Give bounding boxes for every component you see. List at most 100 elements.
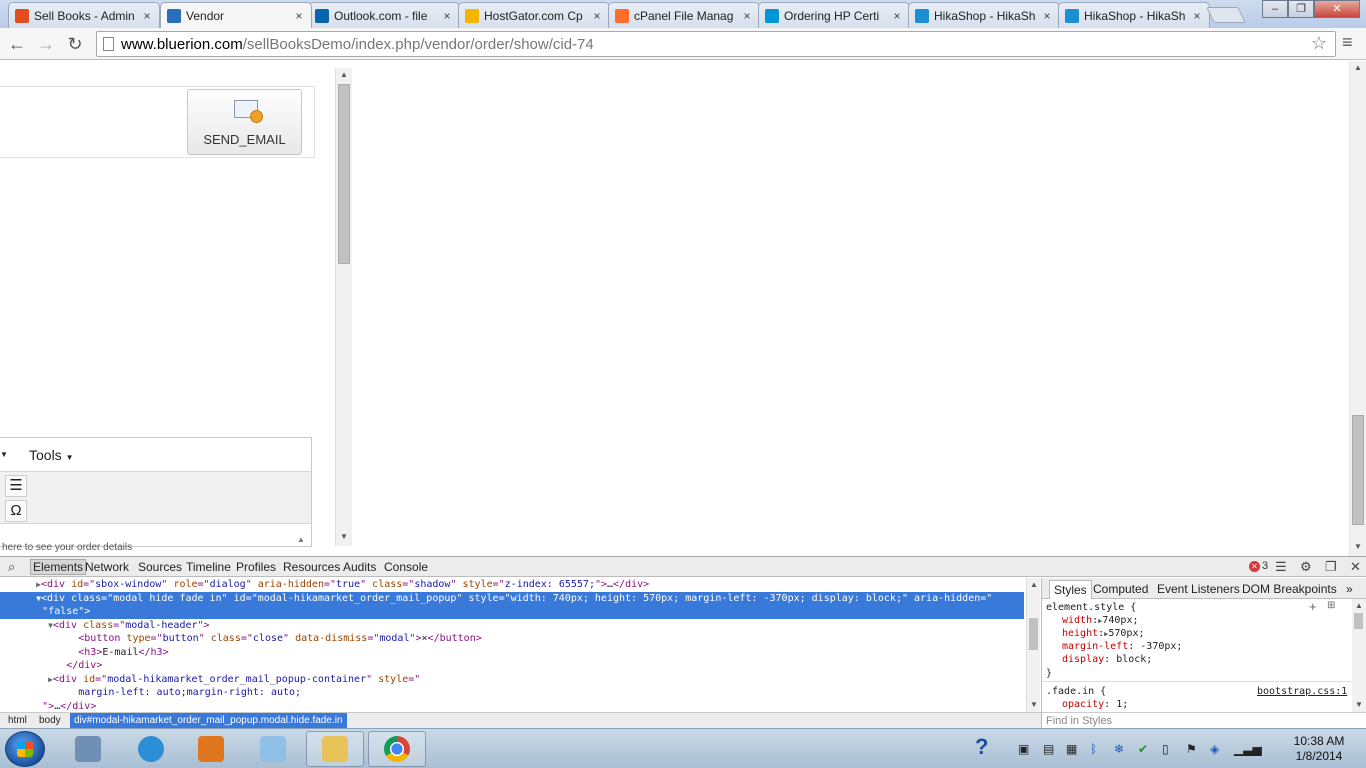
battery-meter-icon[interactable]: ▤ <box>1043 742 1054 756</box>
scroll-down-icon[interactable]: ▼ <box>1030 700 1038 709</box>
style-declaration-display[interactable]: display: block; <box>1062 653 1152 666</box>
styles-scroll-thumb[interactable] <box>1354 613 1363 629</box>
console-drawer-icon[interactable]: ☰ <box>1275 559 1287 575</box>
devtools-tab-elements[interactable]: Elements <box>30 559 87 575</box>
inspect-search-icon[interactable]: ⌕ <box>8 559 15 575</box>
tab-styles[interactable]: Styles <box>1049 580 1092 599</box>
more-tabs-chevron[interactable]: » <box>1346 582 1353 596</box>
breadcrumb-html[interactable]: html <box>8 715 27 726</box>
tab-event-listeners[interactable]: Event Listeners <box>1157 582 1240 596</box>
tab-close-icon[interactable]: × <box>293 9 305 23</box>
rule-source-link[interactable]: bootstrap.css:1 <box>1257 685 1347 698</box>
taskbar-app-6[interactable] <box>368 731 426 767</box>
tab-close-icon[interactable]: × <box>591 9 603 23</box>
maximize-button[interactable]: ❐ <box>1288 0 1314 18</box>
tab-computed[interactable]: Computed <box>1093 582 1148 596</box>
tab-close-icon[interactable]: × <box>141 9 153 23</box>
devtools-tab-resources[interactable]: Resources <box>283 560 340 574</box>
sync-icon[interactable]: ✔ <box>1138 742 1148 756</box>
tab-close-icon[interactable]: × <box>1041 9 1053 23</box>
scroll-up-icon[interactable]: ▲ <box>1354 63 1362 72</box>
breadcrumb-body[interactable]: body <box>39 715 61 726</box>
network-card-icon[interactable]: ▦ <box>1066 742 1077 756</box>
system-clock[interactable]: 10:38 AM 1/8/2014 <box>1284 734 1354 764</box>
usb-icon[interactable]: ▯ <box>1162 742 1169 756</box>
add-rule-icon[interactable]: + <box>1309 599 1317 614</box>
action-center-flag-icon[interactable]: ⚑ <box>1186 742 1197 756</box>
taskbar-app-3[interactable] <box>182 731 240 767</box>
browser-tab-8[interactable]: HikaShop - HikaSh × <box>1058 2 1210 28</box>
browser-tab-1[interactable]: Sell Books - Admin × <box>8 2 160 28</box>
find-in-styles-input[interactable]: Find in Styles <box>1042 712 1366 729</box>
expanded-triangle-icon[interactable]: ▼ <box>48 621 53 630</box>
devtools-tab-network[interactable]: Network <box>85 560 129 574</box>
dock-window-icon[interactable]: ❐ <box>1325 559 1337 575</box>
browser-tab-6[interactable]: Ordering HP Certi × <box>758 2 910 28</box>
elements-scroll-thumb[interactable] <box>1029 618 1038 650</box>
monitor-icon[interactable]: ▣ <box>1018 742 1029 756</box>
devtools-tab-timeline[interactable]: Timeline <box>186 560 231 574</box>
bookmark-star-icon[interactable]: ☆ <box>1311 33 1327 54</box>
expanded-triangle-icon[interactable]: ▼ <box>36 594 41 603</box>
browser-tab-7[interactable]: HikaShop - HikaSh × <box>908 2 1060 28</box>
taskbar-app-4[interactable] <box>244 731 302 767</box>
frame-scrollbar[interactable]: ▲ ▼ <box>335 68 352 546</box>
browser-tab-2[interactable]: Vendor × <box>160 2 312 28</box>
snowflake-icon[interactable]: ❄ <box>1114 742 1124 756</box>
send-email-button[interactable]: SEND_EMAIL <box>187 89 302 155</box>
start-button[interactable] <box>5 731 45 767</box>
scroll-down-icon[interactable]: ▼ <box>340 532 348 541</box>
tab-close-icon[interactable]: × <box>1191 9 1203 23</box>
close-window-button[interactable]: ✕ <box>1314 0 1360 18</box>
browser-tab-3[interactable]: Outlook.com - file × <box>308 2 460 28</box>
reload-icon[interactable]: ↻ <box>63 32 87 56</box>
style-declaration-width[interactable]: width:▶740px; <box>1062 614 1138 628</box>
dom-tree-line[interactable]: </div> <box>0 659 1024 673</box>
style-declaration-margin-left[interactable]: margin-left: -370px; <box>1062 640 1182 653</box>
volume-icon[interactable]: 🔈︎ <box>1258 742 1265 757</box>
scroll-up-icon[interactable]: ▲ <box>340 70 348 79</box>
dom-tree-line[interactable]: ▶<div id="modal-hikamarket_order_mail_po… <box>0 673 1024 687</box>
toggle-element-state-icon[interactable]: ⊞ <box>1327 600 1335 611</box>
new-tab-button[interactable] <box>1206 7 1246 23</box>
forward-icon[interactable]: → <box>34 32 58 56</box>
editor-tools-menu[interactable]: Tools ▼ <box>29 447 74 463</box>
dom-tree-line[interactable]: ▼<div class="modal-header"> <box>0 619 1024 633</box>
editor-scroll-up-icon[interactable]: ▲ <box>297 535 305 544</box>
tab-close-icon[interactable]: × <box>441 9 453 23</box>
error-count-badge[interactable]: 3 <box>1249 560 1268 572</box>
scroll-down-icon[interactable]: ▼ <box>1354 542 1362 551</box>
selected-dom-node[interactable]: ▼<div class="modal hide fade in" id="mod… <box>0 591 1024 606</box>
tab-close-icon[interactable]: × <box>891 9 903 23</box>
dom-tree-line[interactable]: ▶<div id="sbox-window" role="dialog" ari… <box>0 578 1024 592</box>
settings-gear-icon[interactable]: ⚙ <box>1300 559 1312 575</box>
devtools-tab-console[interactable]: Console <box>384 560 428 574</box>
browser-tab-4[interactable]: HostGator.com Cp × <box>458 2 610 28</box>
caret-down-icon[interactable]: ▼ <box>0 450 8 459</box>
special-character-icon[interactable]: Ω <box>5 500 27 522</box>
dom-tree-line[interactable]: <h3>E-mail</h3> <box>0 646 1024 660</box>
close-devtools-icon[interactable]: ✕ <box>1350 559 1361 575</box>
scroll-up-icon[interactable]: ▲ <box>1355 601 1363 610</box>
styles-scrollbar[interactable]: ▲ ▼ <box>1352 599 1366 712</box>
address-bar[interactable]: www.bluerion.com/sellBooksDemo/index.php… <box>96 31 1336 57</box>
dom-tree-line[interactable]: ">…</div> <box>0 700 1024 713</box>
security-icon[interactable]: ◈ <box>1210 742 1219 756</box>
breadcrumb-selected-div[interactable]: div#modal-hikamarket_order_mail_popup.mo… <box>70 713 347 729</box>
help-icon[interactable]: ? <box>975 734 988 760</box>
page-scrollbar[interactable]: ▲ ▼ <box>1349 61 1366 556</box>
tab-close-icon[interactable]: × <box>741 9 753 23</box>
numbered-list-icon[interactable]: ☰ <box>5 475 27 497</box>
selected-dom-node[interactable]: "false"> <box>0 605 1024 619</box>
devtools-tab-audits[interactable]: Audits <box>343 560 376 574</box>
back-icon[interactable]: ← <box>5 32 29 56</box>
taskbar-app-2[interactable] <box>122 731 180 767</box>
elements-scrollbar[interactable]: ▲ ▼ <box>1026 578 1040 712</box>
page-scroll-thumb[interactable] <box>1352 415 1364 525</box>
taskbar-app-1[interactable] <box>59 731 117 767</box>
dom-tree-line[interactable]: margin-left: auto;margin-right: auto; <box>0 686 1024 700</box>
bluetooth-icon[interactable]: ᛒ <box>1090 742 1097 756</box>
dom-tree-line[interactable]: <button type="button" class="close" data… <box>0 632 1024 646</box>
style-declaration-height[interactable]: height:▶570px; <box>1062 627 1145 641</box>
collapsed-triangle-icon[interactable]: ▶ <box>36 580 41 589</box>
